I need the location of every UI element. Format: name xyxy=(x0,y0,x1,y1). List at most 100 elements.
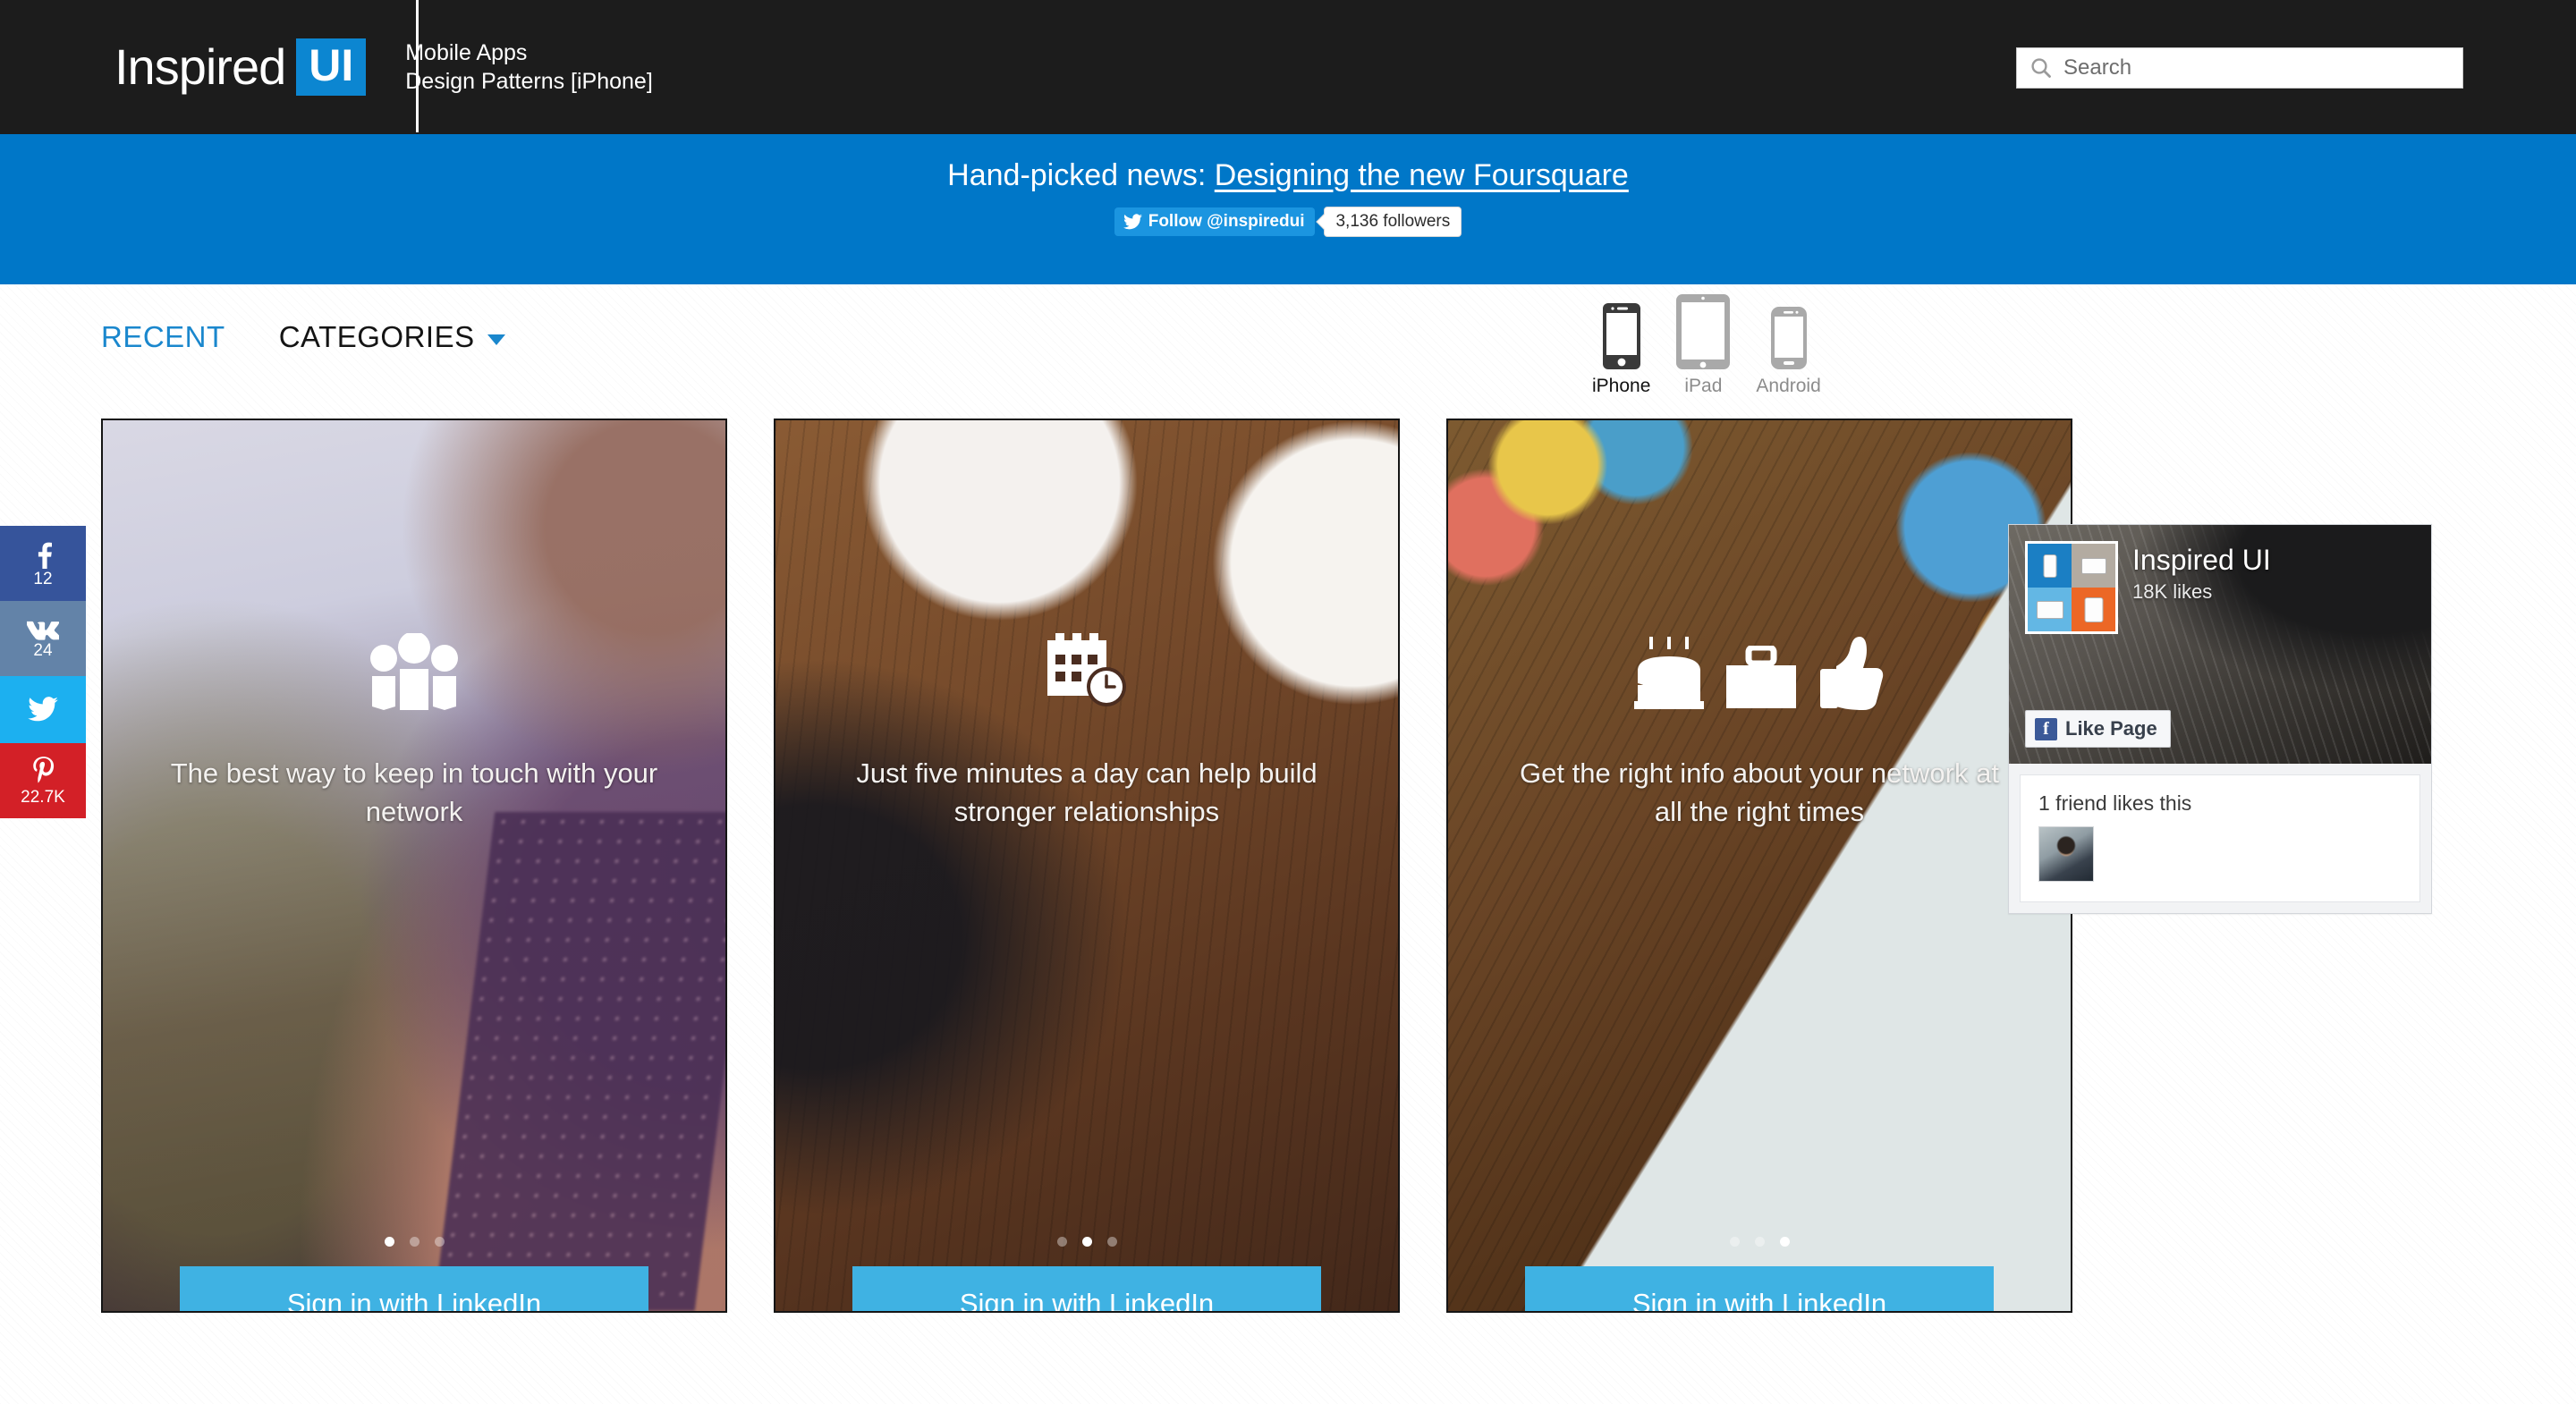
tablet-icon xyxy=(2084,596,2103,622)
device-filter-iphone-label: iPhone xyxy=(1592,376,1651,396)
facebook-widget-body: 1 friend likes this xyxy=(2009,764,2431,913)
card-caption: Just five minutes a day can help build s… xyxy=(856,757,1318,827)
tagline-line-2: Design Patterns [iPhone] xyxy=(405,69,653,94)
facebook-friends-text: 1 friend likes this xyxy=(2038,791,2192,815)
news-banner: Hand-picked news: Designing the new Four… xyxy=(0,134,2576,284)
social-share-rail: 12 24 22.7K xyxy=(0,526,86,818)
share-vk-count: 24 xyxy=(33,640,53,660)
search-input[interactable] xyxy=(2053,55,2462,80)
sign-in-with-linkedin-button[interactable]: Sign in with LinkedIn xyxy=(1525,1266,1994,1311)
app-card[interactable]: Get the right info about your network at… xyxy=(1446,419,2072,1313)
page-dot[interactable] xyxy=(434,1237,445,1247)
share-vk-button[interactable]: 24 xyxy=(0,601,86,676)
page-dot[interactable] xyxy=(409,1237,419,1247)
twitter-bird-icon xyxy=(1123,214,1142,230)
app-card[interactable]: Just five minutes a day can help build s… xyxy=(774,419,1400,1313)
page-dot[interactable] xyxy=(1779,1237,1790,1247)
tagline-line-1: Mobile Apps xyxy=(405,40,528,65)
android-icon xyxy=(1770,307,1807,369)
facebook-friend-avatar[interactable] xyxy=(2038,826,2094,882)
device-filter-group: iPhone iPad Android xyxy=(1592,293,1821,397)
vk-icon xyxy=(27,621,59,640)
search-icon xyxy=(2031,58,2051,78)
pinterest-icon xyxy=(32,756,54,782)
search-box[interactable] xyxy=(2016,47,2463,89)
laptop-icon xyxy=(2080,557,2106,574)
card-icon-row xyxy=(1634,633,1885,710)
avatar-quadrant-laptop xyxy=(2072,544,2115,588)
tab-categories-label: CATEGORIES xyxy=(278,320,475,353)
sign-in-with-linkedin-button[interactable]: Sign in with LinkedIn xyxy=(180,1266,648,1311)
news-link[interactable]: Designing the new Foursquare xyxy=(1215,158,1629,192)
primary-nav-tabs: RECENT CATEGORIES xyxy=(101,320,505,354)
site-logo[interactable]: Inspired UI Mobile Apps Design Patterns … xyxy=(114,0,653,134)
logo-wordmark: Inspired xyxy=(114,38,286,95)
avatar-quadrant-phone xyxy=(2028,544,2072,588)
device-filter-ipad[interactable]: iPad xyxy=(1675,293,1731,397)
share-facebook-button[interactable]: 12 xyxy=(0,526,86,601)
facebook-like-page-button[interactable]: f Like Page xyxy=(2025,710,2171,748)
device-filter-iphone[interactable]: iPhone xyxy=(1592,302,1650,397)
facebook-page-likes: 18K likes xyxy=(2132,580,2213,603)
facebook-friends-box: 1 friend likes this xyxy=(2020,774,2420,902)
share-twitter-button[interactable] xyxy=(0,676,86,743)
facebook-page-widget: Inspired UI 18K likes f Like Page 1 frie… xyxy=(2008,524,2432,914)
share-facebook-count: 12 xyxy=(33,569,53,588)
content-toolbar: RECENT CATEGORIES iPhone iPad Android xyxy=(0,284,2576,419)
device-filter-ipad-label: iPad xyxy=(1684,376,1723,396)
tab-recent-label: RECENT xyxy=(101,320,225,353)
tab-categories[interactable]: CATEGORIES xyxy=(279,320,505,354)
desktop-icon xyxy=(2036,600,2063,619)
device-filter-android-label: Android xyxy=(1756,376,1821,396)
iphone-icon xyxy=(1602,303,1640,369)
calendar-clock-icon xyxy=(1047,633,1126,706)
card-overlay: Just five minutes a day can help build s… xyxy=(775,420,1398,1311)
page-dot[interactable] xyxy=(1754,1237,1765,1247)
facebook-f-icon: f xyxy=(2035,717,2057,740)
sign-in-with-linkedin-button[interactable]: Sign in with LinkedIn xyxy=(852,1266,1321,1311)
facebook-like-page-label: Like Page xyxy=(2065,717,2157,740)
card-overlay: Get the right info about your network at… xyxy=(1448,420,2071,1311)
card-page-dots[interactable] xyxy=(775,1237,1398,1247)
twitter-icon xyxy=(28,696,58,721)
card-caption: Get the right info about your network at… xyxy=(1520,757,1999,827)
phone-icon xyxy=(2043,554,2056,578)
logo-ui-badge: UI xyxy=(296,38,367,96)
ipad-icon xyxy=(1676,294,1731,369)
news-prefix: Hand-picked news: xyxy=(947,158,1207,192)
birthday-cake-icon xyxy=(1634,637,1704,709)
site-header: Inspired UI Mobile Apps Design Patterns … xyxy=(0,0,2576,134)
twitter-follow-label: Follow @inspiredui xyxy=(1148,212,1305,232)
avatar-quadrant-desktop xyxy=(2028,588,2072,631)
share-pinterest-button[interactable]: 22.7K xyxy=(0,743,86,818)
app-card[interactable]: The best way to keep in touch with your … xyxy=(101,419,727,1313)
avatar-quadrant-tablet xyxy=(2072,588,2115,631)
device-filter-android[interactable]: Android xyxy=(1756,306,1821,397)
card-caption: The best way to keep in touch with your … xyxy=(170,757,658,827)
page-dot[interactable] xyxy=(1106,1237,1117,1247)
facebook-icon xyxy=(38,542,52,569)
twitter-follow-button[interactable]: Follow @inspiredui xyxy=(1114,207,1316,237)
briefcase-icon xyxy=(1726,646,1796,708)
card-page-dots[interactable] xyxy=(1448,1237,2071,1247)
card-icon-row xyxy=(366,633,462,710)
chevron-down-icon xyxy=(487,334,505,345)
thumbs-up-icon xyxy=(1820,637,1884,710)
twitter-follower-count[interactable]: 3,136 followers xyxy=(1324,207,1462,238)
facebook-page-avatar[interactable] xyxy=(2025,541,2118,634)
share-pinterest-count: 22.7K xyxy=(21,787,65,807)
facebook-cover-photo: Inspired UI 18K likes f Like Page xyxy=(2009,525,2431,764)
page-dot[interactable] xyxy=(1729,1237,1740,1247)
tab-recent[interactable]: RECENT xyxy=(101,320,225,354)
card-page-dots[interactable] xyxy=(103,1237,725,1247)
card-overlay: The best way to keep in touch with your … xyxy=(103,420,725,1311)
page-dot[interactable] xyxy=(1081,1237,1092,1247)
people-group-icon xyxy=(370,633,458,710)
card-icon-row xyxy=(1044,633,1130,710)
page-dot[interactable] xyxy=(384,1237,394,1247)
site-tagline: Mobile Apps Design Patterns [iPhone] xyxy=(405,38,653,96)
twitter-follow-row: Follow @inspiredui 3,136 followers xyxy=(0,207,2576,238)
news-headline: Hand-picked news: Designing the new Four… xyxy=(0,158,2576,192)
page-dot[interactable] xyxy=(1056,1237,1067,1247)
facebook-page-name: Inspired UI xyxy=(2132,544,2271,576)
